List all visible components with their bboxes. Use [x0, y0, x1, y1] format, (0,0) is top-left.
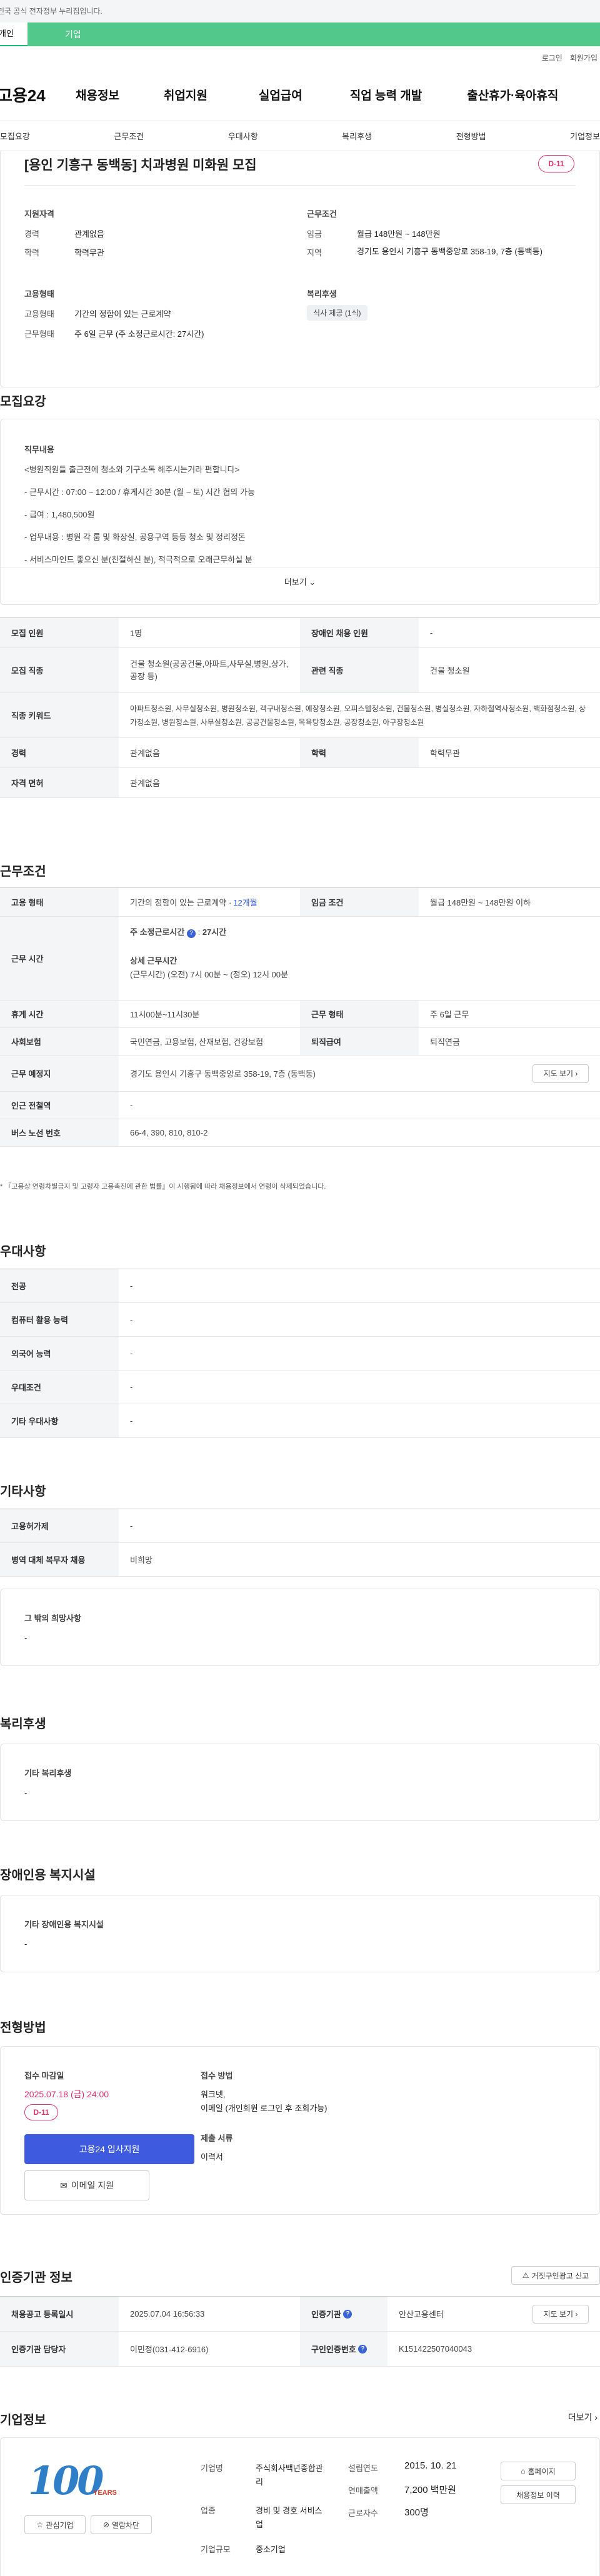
section-anchor-nav: 모집요강 근무조건 우대사항 복리후생 전형방법 기업정보 [0, 121, 600, 151]
anchor-preference[interactable]: 우대사항 [228, 130, 258, 142]
process-heading: 전형방법 [0, 2021, 46, 2035]
duty-box: 직무내용 <병원직원들 출근전에 청소와 기구소독 해주시는거라 편합니다> -… [0, 419, 600, 605]
chevron-right-icon: › [594, 2412, 598, 2422]
block-view-button[interactable]: ⊘ 열람차단 [91, 2515, 152, 2534]
wage-value: 월급 148만원 ~ 148만원 [357, 229, 441, 239]
etc-heading: 기타사항 [0, 1485, 46, 1499]
tab-personal[interactable]: 개인 [0, 22, 28, 46]
block-icon: ⊘ [102, 2520, 109, 2529]
job-title: [용인 기흥구 동백동] 치과병원 미화원 모집 [24, 158, 257, 172]
anchor-conditions[interactable]: 근무조건 [114, 130, 144, 142]
company-more-link[interactable]: 더보기 › [568, 2411, 598, 2424]
process-dday-badge: D-11 [24, 2104, 58, 2120]
map-button[interactable]: 지도 보기 › [532, 1064, 589, 1083]
anchor-recruit[interactable]: 모집요강 [0, 130, 30, 142]
emptype-value: 기간의 정함이 있는 근로계약 [74, 309, 171, 319]
utility-links: 로그인 회원가입 [0, 46, 600, 69]
login-link[interactable]: 로그인 [542, 52, 562, 63]
info-icon[interactable]: ? [186, 929, 196, 938]
cond-heading: 근무조건 [307, 209, 337, 219]
company-heading: 기업정보 [0, 2414, 46, 2427]
chevron-right-icon: › [575, 1069, 578, 1078]
company-name: 주식회사백년종합관리 [256, 2464, 323, 2487]
welfare-section-heading: 복리후생 [0, 1717, 46, 1731]
chevron-down-icon: ⌄ [309, 577, 316, 587]
company-logo: 100 YEARS [28, 2458, 117, 2504]
anchor-welfare[interactable]: 복리후생 [342, 130, 372, 142]
worktype-value: 주 6일 근무 (주 소정근로시간: 27시간) [74, 329, 204, 339]
company-box: 100 YEARS ☆ 관심기업 ⊘ 열람차단 기업명 주식회사백년종합관리 업종 … [0, 2437, 600, 2576]
member-tabs: 개인 기업 [0, 22, 600, 46]
job-history-button[interactable]: 채용정보 이력 [501, 2485, 576, 2504]
conditions-table: 고용 형태 기간의 정함이 있는 근로계약 · 12개월 임금 조건 월급 14… [0, 887, 600, 1147]
work-place: 경기도 용인시 기흥구 동백중앙로 358-19, 7층 (동백동) [130, 1069, 316, 1079]
site-logo[interactable]: 고용24 [0, 83, 76, 106]
other-wishes-box: 그 밖의 희망사항 - [0, 1589, 600, 1666]
career-value: 관계없음 [74, 229, 104, 239]
signup-link[interactable]: 회원가입 [570, 52, 598, 63]
deadline-value: 2025.07.18 (금) 24:00 [24, 2089, 109, 2099]
cert-table: 채용공고 등록일시 2025.07.04 16:56:33 인증기관 ? 안산고… [0, 2296, 600, 2367]
anchor-process[interactable]: 전형방법 [456, 130, 486, 142]
etc-table: 고용허가제 - 병역 대체 복무자 채용 비희망 [0, 1509, 600, 1577]
recruit-heading: 모집요강 [0, 395, 46, 409]
info-icon[interactable]: ? [343, 2309, 352, 2319]
mail-icon: ✉ [59, 2180, 68, 2190]
apply-button[interactable]: 고용24 입사지원 [24, 2134, 194, 2164]
nav-employment-support[interactable]: 취업지원 [164, 86, 208, 103]
more-button[interactable]: 더보기 ⌄ [1, 576, 599, 587]
conditions-heading: 근무조건 [0, 865, 46, 879]
main-nav: 고용24 채용정보 취업지원 실업급여 직업 능력 개발 출산휴가·육아휴직 [0, 69, 600, 121]
disability-box: 기타 장애인용 복지시설 - [0, 1895, 600, 1972]
summary-card: [용인 기흥구 동백동] 치과병원 미화원 모집 D-11 지원자격 경력 관계… [0, 151, 600, 387]
welfare-box: 기타 복리후생 - [0, 1744, 600, 1821]
welfare-heading: 복리후생 [307, 289, 337, 299]
nav-skill-development[interactable]: 직업 능력 개발 [350, 86, 422, 103]
age-notice: * 『고용상 연령차별금지 및 고령자 고용촉진에 관한 법률』이 시행됨에 따… [0, 1183, 326, 1191]
qual-heading: 지원자격 [24, 209, 54, 219]
cert-map-button[interactable]: 지도 보기 › [532, 2304, 589, 2324]
home-icon: ⌂ [521, 2467, 526, 2475]
emp-heading: 고용형태 [24, 289, 54, 299]
anchor-company[interactable]: 기업정보 [570, 130, 600, 142]
star-icon: ☆ [36, 2520, 44, 2529]
tab-company[interactable]: 기업 [28, 22, 600, 46]
email-apply-button[interactable]: ✉ 이메일 지원 [24, 2170, 149, 2200]
report-fake-ad-button[interactable]: ⚠ 거짓구인광고 신고 [511, 2266, 600, 2285]
nav-maternity-leave[interactable]: 출산휴가·육아휴직 [467, 86, 558, 103]
siren-icon: ⚠ [522, 2271, 529, 2280]
location-value: 경기도 용인시 기흥구 동백중앙로 358-19, 7층 (동백동) [357, 247, 542, 256]
disability-heading: 장애인용 복지시설 [0, 1869, 96, 1882]
preference-table: 전공 - 컴퓨터 활용 능력 - 외국어 능력 - 우대조건 - 기타 우대사항 - [0, 1269, 600, 1438]
dday-badge: D-11 [538, 155, 574, 172]
cert-heading: 인증기관 정보 [0, 2271, 72, 2285]
recruit-table: 모집 인원 1명 장애인 채용 인원 - 모집 직종 건물 청소원(공공건물,아… [0, 617, 600, 798]
chevron-right-icon: › [575, 2309, 578, 2319]
process-box: 접수 마감일 2025.07.18 (금) 24:00 D-11 고용24 입사… [0, 2046, 600, 2215]
welfare-tag: 식사 제공 (1식) [307, 305, 368, 321]
edu-value: 학력무관 [74, 248, 104, 257]
gov-notice: 이 누리집은 대한민국 공식 전자정부 누리집입니다. [0, 0, 600, 22]
favorite-company-button[interactable]: ☆ 관심기업 [24, 2515, 86, 2534]
nav-jobs[interactable]: 채용정보 [76, 86, 119, 103]
info-icon[interactable]: ? [358, 2344, 368, 2354]
preference-heading: 우대사항 [0, 1245, 46, 1259]
homepage-button[interactable]: ⌂ 홈페이지 [501, 2462, 576, 2480]
nav-unemployment-benefit[interactable]: 실업급여 [259, 86, 302, 103]
